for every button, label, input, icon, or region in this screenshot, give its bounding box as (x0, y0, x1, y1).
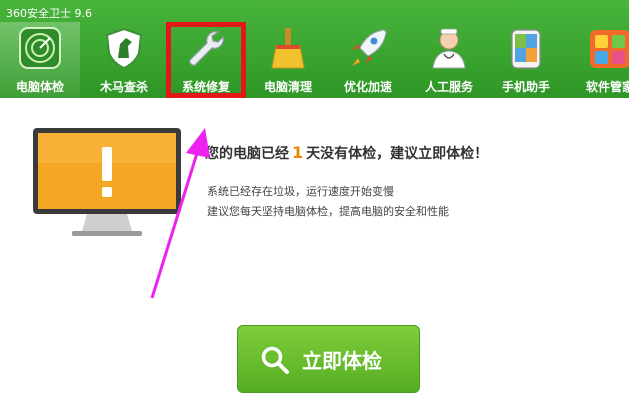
radar-icon (19, 27, 61, 69)
horse-shield-icon (105, 27, 143, 70)
tab-software-manager[interactable]: 软件管家 (570, 22, 629, 98)
tab-pc-checkup[interactable]: 电脑体检 (0, 22, 80, 98)
tab-label: 木马查杀 (99, 80, 148, 94)
phone-icon (511, 29, 541, 69)
window-title: 360安全卫士 9.6 (6, 7, 92, 20)
tab-label: 电脑体检 (15, 80, 64, 94)
tab-label: 优化加速 (343, 80, 392, 94)
days-count: 1 (292, 143, 304, 162)
tab-phone-assistant[interactable]: 手机助手 (486, 22, 566, 98)
start-checkup-label: 立即体检 (302, 349, 382, 373)
tab-trojan-scan[interactable]: 木马查杀 (84, 22, 164, 98)
doctor-icon (432, 28, 466, 69)
tab-human-service[interactable]: 人工服务 (409, 22, 489, 98)
tab-system-repair[interactable]: 系统修复 (166, 22, 246, 98)
checkup-reminder: 您的电脑已经 1 天没有体检，建议立即体检！ (205, 143, 488, 163)
wrench-icon (189, 31, 224, 66)
tab-label: 人工服务 (424, 80, 473, 94)
status-line-2: 建议您每天坚持电脑体检，提高电脑的安全和性能 (207, 205, 449, 218)
top-toolbar: 360安全卫士 9.6 电脑体检 木马查杀 系统修复 电脑清理 优化加速 人工服… (0, 0, 629, 98)
monitor-warning-icon (33, 128, 181, 236)
tab-label: 手机助手 (501, 80, 550, 94)
tab-label: 系统修复 (181, 80, 230, 94)
tab-optimize[interactable]: 优化加速 (328, 22, 408, 98)
apps-icon (590, 30, 629, 68)
tab-label: 软件管家 (585, 80, 629, 94)
broom-icon (271, 28, 305, 69)
rocket-icon (352, 29, 387, 66)
status-line-1: 系统已经存在垃圾，运行速度开始变慢 (207, 185, 394, 198)
message-prefix: 您的电脑已经 (205, 146, 289, 162)
message-suffix: 天没有体检，建议立即体检！ (306, 146, 489, 162)
start-checkup-button[interactable]: 立即体检 (237, 325, 420, 393)
tab-pc-cleanup[interactable]: 电脑清理 (248, 22, 328, 98)
main-nav: 电脑体检 木马查杀 系统修复 电脑清理 优化加速 人工服务 手机助手 软件管家 (0, 22, 629, 98)
search-icon (261, 346, 289, 374)
tab-label: 电脑清理 (263, 80, 312, 94)
